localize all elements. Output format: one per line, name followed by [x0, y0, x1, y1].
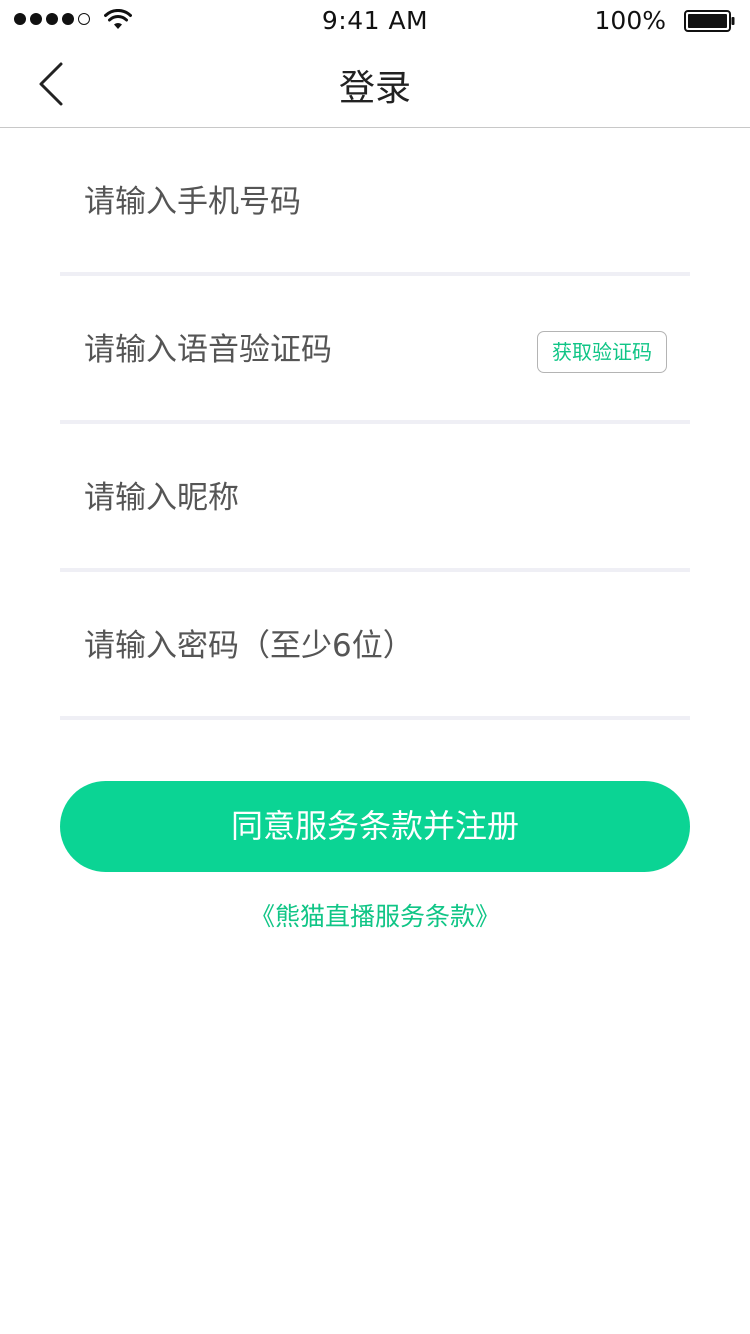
nickname-input[interactable]	[84, 468, 504, 528]
get-code-button[interactable]: 获取验证码	[537, 331, 667, 373]
nav-bar: 登录	[0, 40, 750, 128]
phone-field-row	[60, 128, 690, 276]
phone-input[interactable]	[84, 172, 504, 232]
verification-code-input[interactable]	[84, 320, 504, 380]
password-field-row	[60, 572, 690, 720]
page-title: 登录	[338, 68, 411, 109]
battery-icon	[684, 10, 735, 32]
terms-of-service-link[interactable]: 《熊猫直播服务条款》	[0, 897, 750, 933]
code-field-row: 获取验证码	[60, 276, 690, 424]
password-input[interactable]	[84, 616, 504, 676]
status-bar: 9:41 AM 100%	[0, 0, 750, 40]
nickname-field-row	[60, 424, 690, 572]
agree-and-register-button[interactable]: 同意服务条款并注册	[60, 781, 690, 872]
register-form: 获取验证码	[60, 128, 690, 720]
battery-percent: 100%	[594, 6, 666, 35]
